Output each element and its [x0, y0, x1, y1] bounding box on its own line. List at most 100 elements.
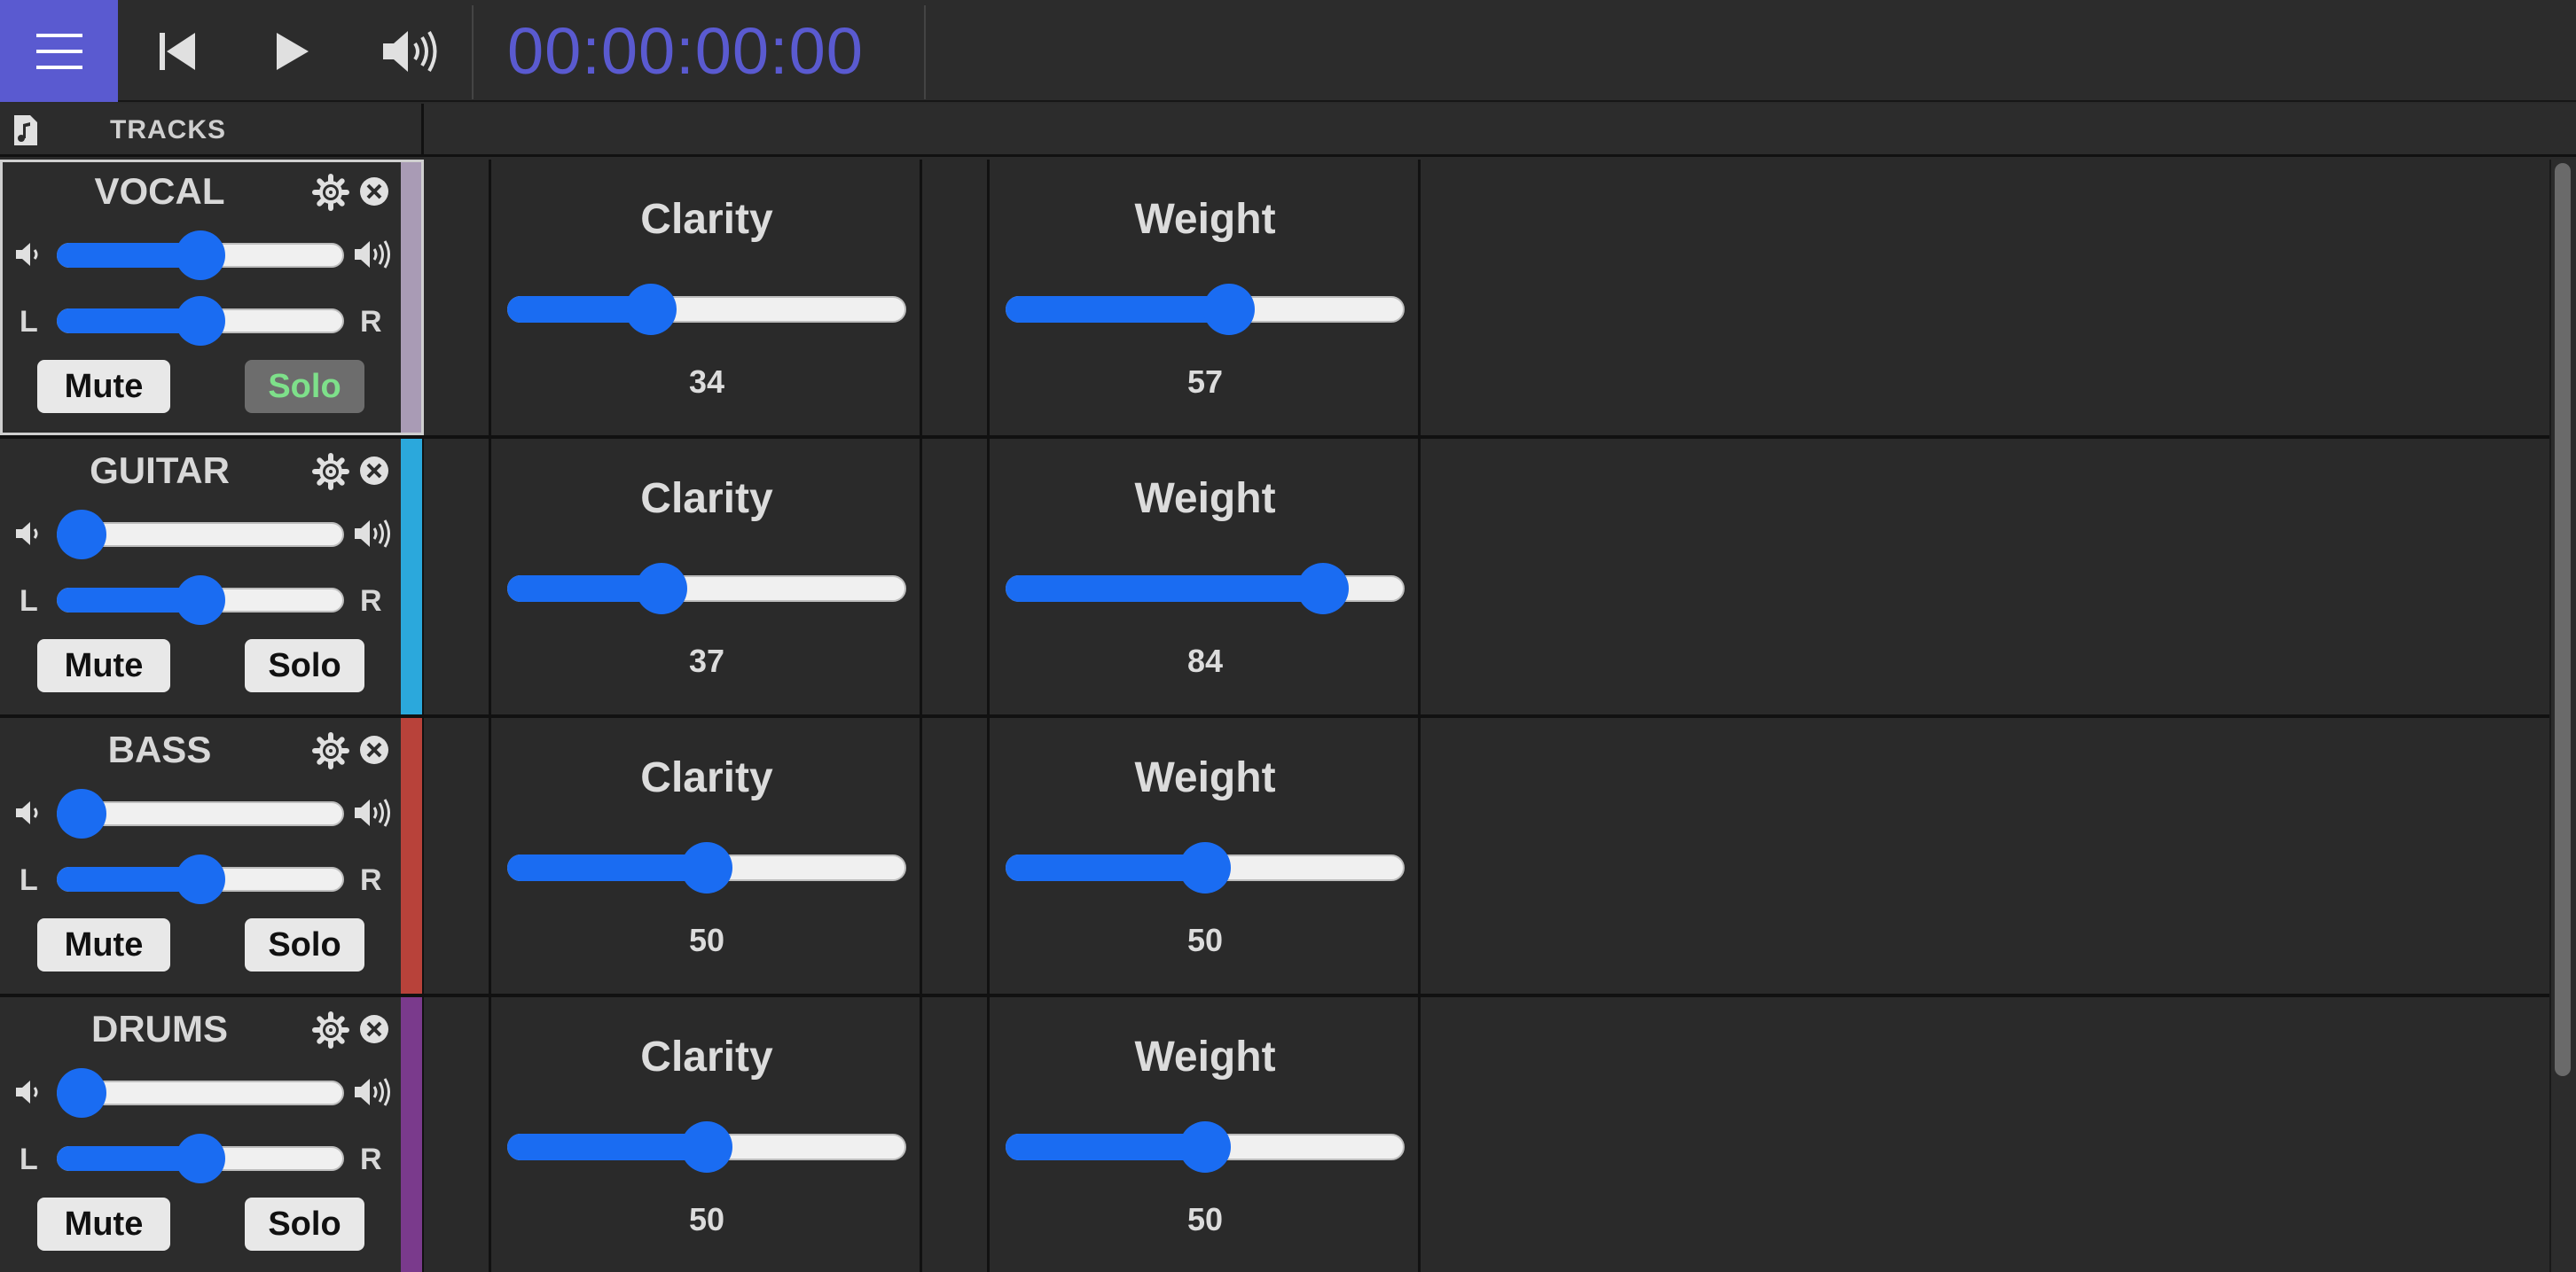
play-icon — [277, 32, 309, 70]
track-name: VOCAL — [94, 170, 225, 212]
menu-button[interactable] — [0, 0, 118, 102]
slider-fill — [1006, 855, 1205, 881]
mute-button[interactable]: Mute — [37, 1198, 170, 1251]
weight-slider[interactable] — [1006, 840, 1405, 894]
clarity-slider[interactable] — [507, 840, 906, 894]
track-controls: BASS L R Mute Solo — [0, 718, 424, 994]
slider-thumb[interactable] — [1179, 842, 1231, 894]
remove-track-button[interactable] — [358, 455, 390, 487]
slider-thumb[interactable] — [176, 575, 225, 625]
effect-spacer — [424, 718, 491, 994]
track-color-strip — [401, 718, 422, 994]
weight-title: Weight — [1134, 475, 1276, 522]
clarity-title: Clarity — [640, 754, 773, 801]
remove-track-button[interactable] — [358, 1013, 390, 1045]
slider-thumb[interactable] — [57, 510, 106, 559]
clarity-value: 50 — [688, 922, 725, 958]
pan-slider[interactable] — [57, 853, 344, 906]
slider-fill — [1006, 575, 1324, 602]
solo-button[interactable]: Solo — [245, 918, 364, 972]
clarity-effect-panel: Clarity 37 — [491, 439, 922, 714]
slider-thumb[interactable] — [681, 842, 732, 894]
pan-left-label: L — [20, 584, 38, 618]
pan-slider[interactable] — [57, 1132, 344, 1185]
track-color-strip — [401, 439, 422, 714]
pan-slider[interactable] — [57, 294, 344, 347]
clarity-slider[interactable] — [507, 1120, 906, 1173]
effect-spacer — [922, 439, 990, 714]
track-settings-button[interactable] — [312, 174, 349, 211]
weight-slider[interactable] — [1006, 561, 1405, 614]
slider-thumb[interactable] — [1297, 563, 1350, 614]
track-settings-button[interactable] — [312, 732, 349, 769]
speaker-high-icon — [355, 240, 390, 269]
music-file-icon — [14, 115, 37, 145]
pan-right-label: R — [360, 584, 382, 618]
slider-thumb[interactable] — [176, 855, 225, 904]
weight-effect-panel: Weight 50 — [990, 718, 1421, 994]
play-button[interactable] — [253, 0, 333, 102]
weight-value: 50 — [1186, 922, 1224, 958]
close-circle-icon — [360, 457, 388, 485]
slider-thumb[interactable] — [625, 284, 677, 335]
speaker-low-icon — [16, 522, 38, 545]
slider-thumb[interactable] — [176, 1134, 225, 1183]
solo-button[interactable]: Solo — [245, 639, 364, 692]
clarity-value: 34 — [688, 363, 725, 400]
weight-slider[interactable] — [1006, 282, 1405, 335]
gear-icon — [312, 732, 349, 769]
slider-thumb[interactable] — [681, 1121, 732, 1173]
slider-fill — [1006, 296, 1230, 323]
track-settings-button[interactable] — [312, 1011, 349, 1049]
speaker-high-icon — [355, 519, 390, 548]
pan-right-label: R — [360, 305, 382, 339]
remove-track-button[interactable] — [358, 734, 390, 766]
slider-thumb[interactable] — [57, 789, 106, 839]
weight-value: 50 — [1186, 1201, 1224, 1237]
weight-value: 57 — [1186, 363, 1224, 400]
track-name: GUITAR — [90, 449, 230, 491]
gear-icon — [312, 453, 349, 490]
mute-button[interactable]: Mute — [37, 360, 170, 413]
weight-value: 84 — [1186, 643, 1224, 679]
skip-back-button[interactable] — [137, 0, 217, 102]
track-color-strip — [401, 997, 422, 1272]
slider-thumb[interactable] — [176, 230, 225, 280]
vertical-scrollbar[interactable] — [2549, 160, 2576, 1272]
mute-button[interactable]: Mute — [37, 639, 170, 692]
effect-spacer — [424, 997, 491, 1272]
slider-thumb[interactable] — [636, 563, 688, 614]
pan-left-label: L — [20, 305, 38, 339]
volume-slider[interactable] — [57, 787, 344, 840]
weight-effect-panel: Weight 57 — [990, 160, 1421, 435]
track-settings-button[interactable] — [312, 453, 349, 490]
track-name: BASS — [107, 729, 212, 770]
track-row: GUITAR L R Mute Solo Clarity 37 Weight 8… — [0, 439, 2549, 718]
gear-icon — [312, 1011, 349, 1049]
scrollbar-thumb[interactable] — [2555, 163, 2571, 1076]
slider-thumb[interactable] — [1179, 1121, 1231, 1173]
slider-thumb[interactable] — [57, 1068, 106, 1118]
track-name: DRUMS — [91, 1008, 228, 1050]
slider-thumb[interactable] — [1203, 284, 1256, 335]
volume-slider[interactable] — [57, 508, 344, 561]
pan-left-label: L — [20, 1143, 38, 1176]
weight-slider[interactable] — [1006, 1120, 1405, 1173]
pan-right-label: R — [360, 863, 382, 897]
slider-thumb[interactable] — [176, 296, 225, 346]
weight-title: Weight — [1134, 754, 1276, 801]
close-circle-icon — [360, 177, 388, 206]
solo-button[interactable]: Solo — [245, 360, 364, 413]
volume-slider[interactable] — [57, 1066, 344, 1120]
skip-back-icon — [160, 32, 195, 70]
clarity-slider[interactable] — [507, 282, 906, 335]
track-controls: GUITAR L R Mute Solo — [0, 439, 424, 714]
clarity-title: Clarity — [640, 475, 773, 522]
pan-slider[interactable] — [57, 574, 344, 627]
solo-button[interactable]: Solo — [245, 1198, 364, 1251]
clarity-slider[interactable] — [507, 561, 906, 614]
volume-slider[interactable] — [57, 229, 344, 282]
remove-track-button[interactable] — [358, 176, 390, 207]
mute-button[interactable]: Mute — [37, 918, 170, 972]
volume-button[interactable] — [371, 0, 450, 102]
